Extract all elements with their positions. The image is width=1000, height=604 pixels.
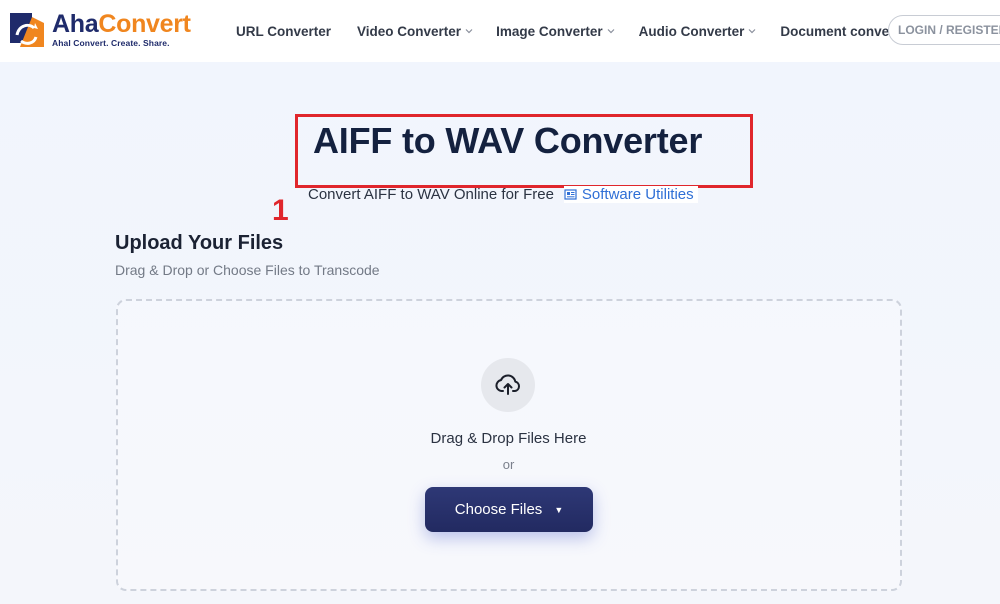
upload-section-subtitle: Drag & Drop or Choose Files to Transcode xyxy=(115,262,380,278)
newspaper-icon xyxy=(564,189,577,200)
chevron-down-icon xyxy=(748,29,756,34)
caret-down-icon: ▼ xyxy=(554,504,564,515)
main-nav: URL Converter Video Converter Image Conv… xyxy=(236,0,912,62)
logo-tagline: Ahal Convert. Create. Share. xyxy=(52,38,170,48)
nav-audio-converter[interactable]: Audio Converter xyxy=(639,24,757,39)
chevron-down-icon xyxy=(465,29,473,34)
nav-video-converter[interactable]: Video Converter xyxy=(357,24,473,39)
or-separator: or xyxy=(502,457,515,472)
software-utilities-link[interactable]: Software Utilities xyxy=(563,186,698,203)
cloud-upload-icon xyxy=(495,374,520,395)
upload-section-title: Upload Your Files xyxy=(115,232,284,254)
logo-name: AhaConvert xyxy=(52,10,191,38)
drag-drop-text: Drag & Drop Files Here xyxy=(430,430,587,447)
choose-files-button[interactable]: Choose Files ▼ xyxy=(425,487,593,532)
site-logo[interactable]: AhaConvert Ahal Convert. Create. Share. xyxy=(8,10,191,50)
upload-icon-circle[interactable] xyxy=(481,358,535,412)
nav-image-converter[interactable]: Image Converter xyxy=(496,24,615,39)
chevron-down-icon xyxy=(607,29,615,34)
login-register-button[interactable]: LOGIN / REGISTER xyxy=(888,15,1000,45)
site-header: AhaConvert Ahal Convert. Create. Share. … xyxy=(0,0,1000,62)
page-subtitle: Convert AIFF to WAV Online for Free Soft… xyxy=(308,186,698,203)
nav-url-converter[interactable]: URL Converter xyxy=(236,24,331,39)
aha-logo-icon xyxy=(8,11,46,49)
annotation-marker: 1 xyxy=(272,194,289,227)
annotation-highlight-box xyxy=(295,114,753,188)
